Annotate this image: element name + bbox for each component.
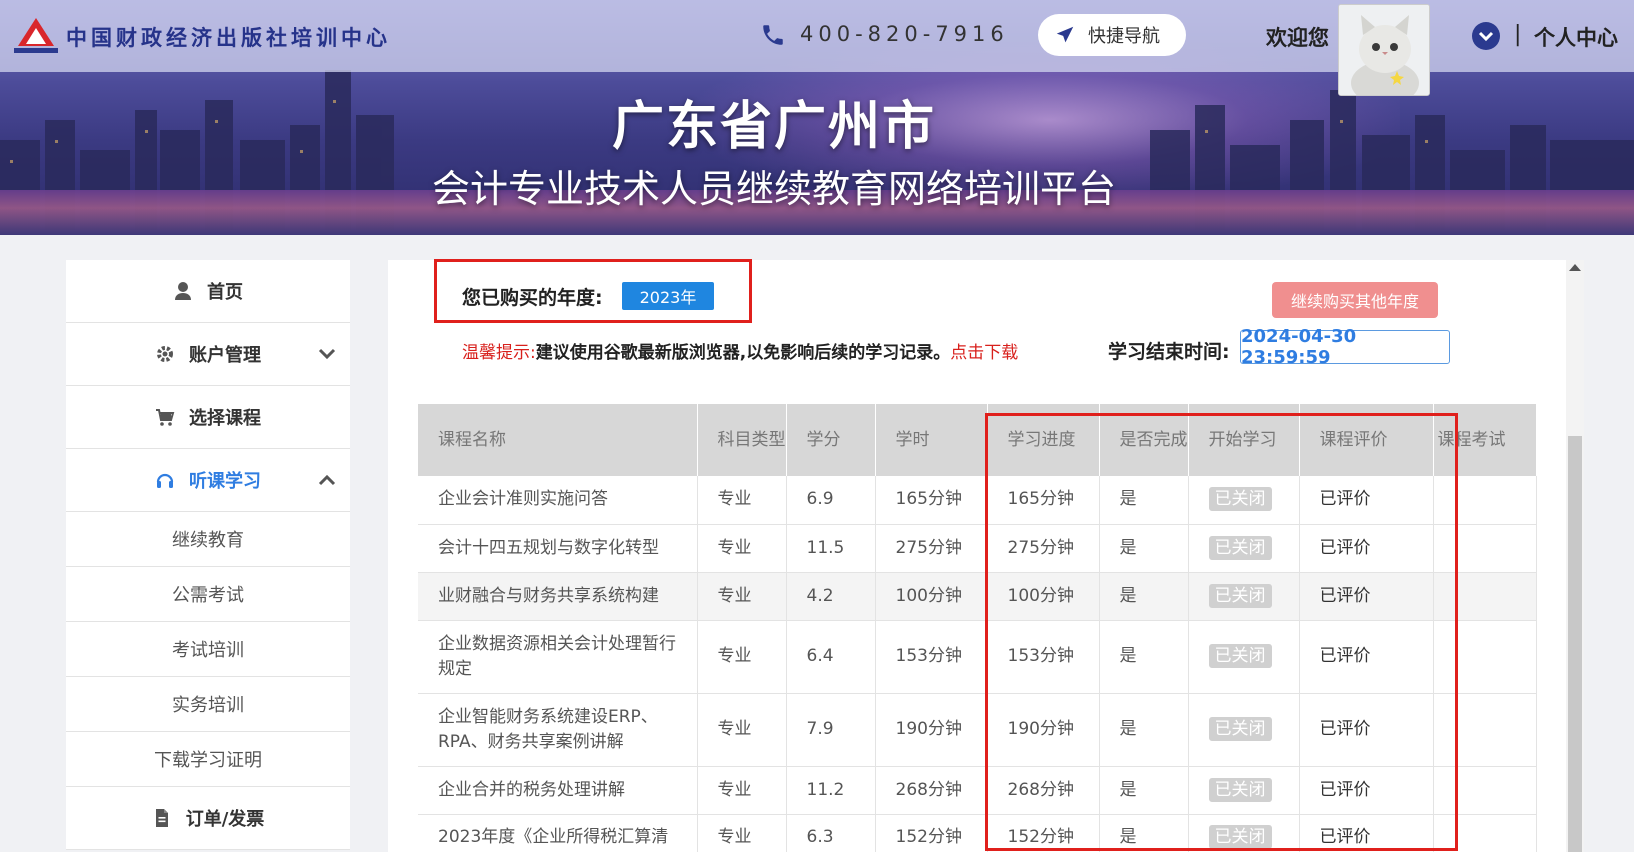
gear-icon <box>157 346 173 362</box>
column-header: 课程名称 <box>418 404 698 476</box>
site-name[interactable]: 中国财政经济出版社培训中心 <box>66 22 391 52</box>
sidebar-item-label: 订单/发票 <box>185 809 265 830</box>
subject-type-cell: 专业 <box>697 476 787 525</box>
sidebar-item-account[interactable]: 账户管理 <box>66 323 350 386</box>
logo-icon[interactable] <box>14 16 58 54</box>
personal-center-link[interactable]: 个人中心 <box>1534 22 1618 52</box>
credit-cell: 6.9 <box>786 476 876 525</box>
credit-cell: 6.3 <box>786 814 876 852</box>
end-time-label: 学习结束时间: <box>1108 341 1230 363</box>
hours-cell: 275分钟 <box>875 524 988 573</box>
hours-cell: 153分钟 <box>875 620 988 694</box>
subject-type-cell: 专业 <box>697 524 787 573</box>
course-name-cell: 业财融合与财务共享系统构建 <box>418 572 698 621</box>
phone-number: 400-820-7916 <box>800 22 1009 46</box>
sidebar: 首页 账户管理 选择课程 听课学习 继续教育 公需考试 考试培训 实务培训 下载… <box>66 260 350 850</box>
subject-type-cell: 专业 <box>697 693 787 767</box>
hours-cell: 190分钟 <box>875 693 988 767</box>
avatar[interactable] <box>1338 4 1430 96</box>
welcome-text: 欢迎您 <box>1266 26 1329 50</box>
course-name-cell: 企业智能财务系统建设ERP、RPA、财务共享案例讲解 <box>418 693 698 767</box>
credit-cell: 7.9 <box>786 693 876 767</box>
subject-type-cell: 专业 <box>697 572 787 621</box>
sidebar-item-orders[interactable]: 订单/发票 <box>66 787 350 850</box>
sidebar-item-label: 听课学习 <box>189 471 261 492</box>
course-name-cell: 会计十四五规划与数字化转型 <box>418 524 698 573</box>
subject-type-cell: 专业 <box>697 620 787 694</box>
sidebar-item-study[interactable]: 听课学习 <box>66 449 350 512</box>
tip-prefix: 温馨提示: <box>462 343 536 363</box>
sidebar-item-home[interactable]: 首页 <box>66 260 350 323</box>
highlight-box-progress <box>985 413 1458 851</box>
sidebar-subitem-download-certificate[interactable]: 下载学习证明 <box>66 732 350 787</box>
banner-title: 广东省广州市 <box>611 97 936 157</box>
sidebar-item-select-course[interactable]: 选择课程 <box>66 386 350 449</box>
column-header: 学时 <box>875 404 988 476</box>
headphones-icon <box>156 473 174 488</box>
navigation-arrow-icon <box>1056 26 1074 43</box>
browser-tip: 温馨提示:建议使用谷歌最新版浏览器,以免影响后续的学习记录。点击下载 <box>462 338 1018 363</box>
credit-cell: 11.5 <box>786 524 876 573</box>
buy-more-years-button[interactable]: 继续购买其他年度 <box>1272 282 1438 318</box>
credit-cell: 4.2 <box>786 572 876 621</box>
tip-download-link[interactable]: 点击下载 <box>950 343 1018 363</box>
course-name-cell: 2023年度《企业所得税汇算清 <box>418 814 698 852</box>
phone-icon <box>763 25 783 45</box>
document-icon <box>155 809 168 827</box>
sidebar-subitem-exam-training[interactable]: 考试培训 <box>66 622 350 677</box>
sidebar-subitem-continuing-education[interactable]: 继续教育 <box>66 512 350 567</box>
purchased-year-badge[interactable]: 2023年 <box>622 282 714 310</box>
hours-cell: 152分钟 <box>875 814 988 852</box>
user-menu-toggle[interactable] <box>1472 22 1500 50</box>
sidebar-subitem-public-exam[interactable]: 公需考试 <box>66 567 350 622</box>
credit-cell: 11.2 <box>786 766 876 815</box>
column-header: 学分 <box>786 404 876 476</box>
quick-nav-label: 快捷导航 <box>1088 26 1160 47</box>
hours-cell: 268分钟 <box>875 766 988 815</box>
sidebar-item-label: 首页 <box>207 282 243 303</box>
subject-type-cell: 专业 <box>697 814 787 852</box>
course-name-cell: 企业合并的税务处理讲解 <box>418 766 698 815</box>
course-name-cell: 企业数据资源相关会计处理暂行规定 <box>418 620 698 694</box>
chevron-down-icon <box>1478 31 1494 42</box>
course-name-cell: 企业会计准则实施问答 <box>418 476 698 525</box>
sidebar-item-label: 选择课程 <box>189 408 261 429</box>
cat-avatar-image <box>1339 5 1429 95</box>
chevron-down-icon <box>318 348 336 360</box>
cart-icon <box>156 409 175 426</box>
hours-cell: 165分钟 <box>875 476 988 525</box>
header-divider: | <box>1514 22 1522 47</box>
scroll-up-arrow-icon[interactable] <box>1569 264 1581 271</box>
sidebar-item-label: 账户管理 <box>189 345 261 366</box>
purchased-year-label: 您已购买的年度: <box>462 287 603 309</box>
hours-cell: 100分钟 <box>875 572 988 621</box>
quick-nav-button[interactable]: 快捷导航 <box>1038 14 1186 56</box>
user-icon <box>175 282 191 300</box>
column-header: 科目类型 <box>697 404 787 476</box>
scrollbar-thumb[interactable] <box>1568 436 1582 852</box>
banner-subtitle: 会计专业技术人员继续教育网络培训平台 <box>431 167 1116 211</box>
tip-text: 建议使用谷歌最新版浏览器,以免影响后续的学习记录。 <box>535 343 951 363</box>
end-time-value: 2024-04-30 23:59:59 <box>1240 326 1450 368</box>
credit-cell: 6.4 <box>786 620 876 694</box>
subject-type-cell: 专业 <box>697 766 787 815</box>
sidebar-subitem-practice-training[interactable]: 实务培训 <box>66 677 350 732</box>
chevron-up-icon <box>318 474 336 486</box>
